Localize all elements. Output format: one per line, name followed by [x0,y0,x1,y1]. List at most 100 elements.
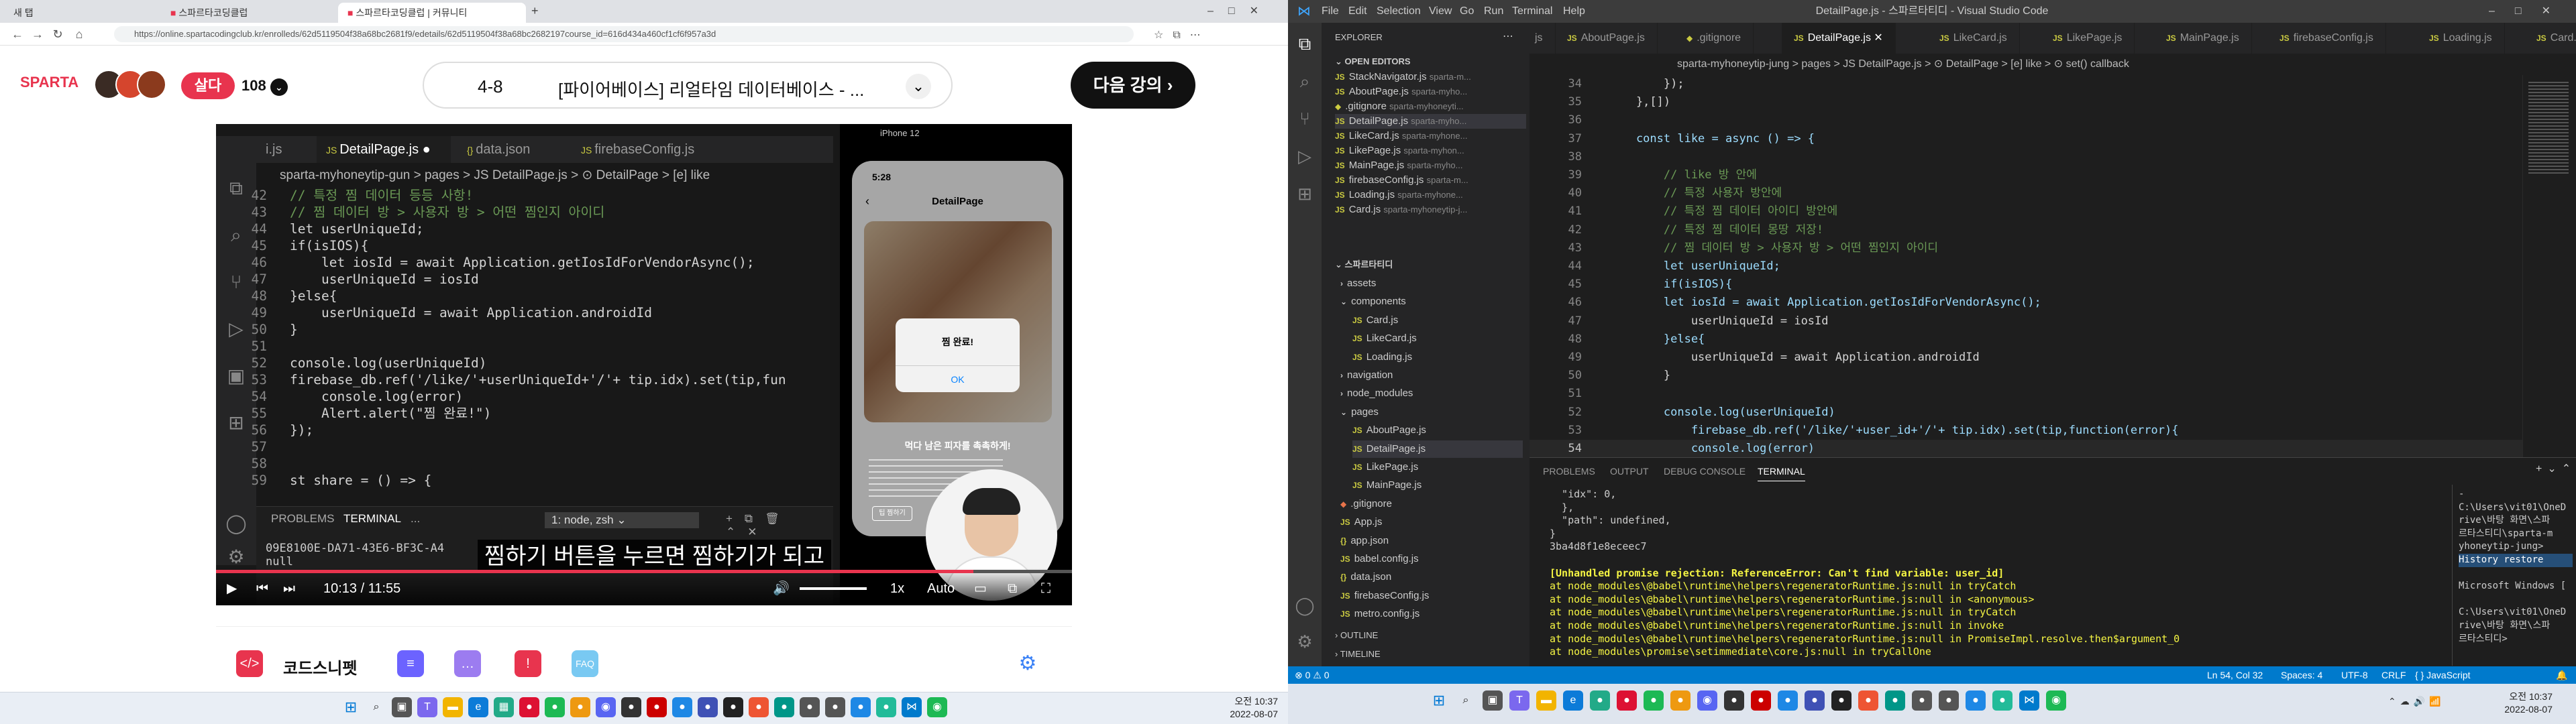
menu-run[interactable]: Run [1484,0,1503,23]
taskbar-clock[interactable]: 오전 10:37 2022-08-07 [2482,690,2553,716]
file-tree-item[interactable]: JS App.js [1340,514,1523,531]
file-tree-item[interactable]: › assets [1340,275,1523,292]
file-tree-item[interactable]: ⌄ pages [1340,404,1523,421]
debug-icon[interactable]: ▷ [1293,145,1316,168]
app-icon[interactable]: ● [1644,690,1664,711]
open-editor-item[interactable]: JS Card.js sparta-myhoneytip-j... [1335,202,1526,217]
url-input[interactable]: https://online.spartacodingclub.kr/enrol… [114,26,1134,42]
minimap[interactable] [2522,75,2576,457]
app-icon[interactable]: ● [800,697,820,717]
app-icon[interactable]: ● [621,697,641,717]
edge-icon[interactable]: e [468,697,488,717]
next-lecture-button[interactable]: 다음 강의 › [1071,62,1195,109]
app-icon[interactable]: ● [1778,690,1798,711]
terminal-output-2[interactable]: - C:\Users\vit01\OneD rive\바탕 화면\스파 르타스티디\s… [2459,488,2573,646]
new-tab-icon[interactable]: + [531,4,539,18]
editor-tab[interactable]: JS Card.js [2524,23,2576,54]
store-icon[interactable]: ▦ [494,697,514,717]
panel-actions-icon[interactable]: +⌄⌃✕ [2536,462,2576,475]
menu-terminal[interactable]: Terminal [1512,0,1552,23]
app-icon[interactable]: ● [1992,690,2012,711]
close-icon[interactable]: ✕ [1871,32,1882,44]
folder-icon[interactable]: ▬ [1536,690,1556,711]
open-editor-item[interactable]: JS AboutPage.js sparta-myho... [1335,84,1526,99]
open-editor-item[interactable]: JS StackNavigator.js sparta-m... [1335,70,1526,84]
chat-icon[interactable]: … [454,650,481,677]
open-editor-item[interactable]: JS LikeCard.js sparta-myhone... [1335,129,1526,143]
file-tree-item[interactable]: JS LikeCard.js [1352,330,1523,347]
editor-tab[interactable]: JS firebaseConfig.js [2267,23,2386,54]
file-tree-item[interactable]: JS AboutPage.js [1352,422,1523,439]
search-icon[interactable]: ⌕ [1293,70,1316,93]
taskbar-clock[interactable]: 오전 10:37 2022-08-07 [1208,695,1278,721]
menu-edit[interactable]: Edit [1348,0,1367,23]
file-tree-item[interactable]: JS Loading.js [1352,349,1523,366]
editor-tab[interactable]: JS LikeCard.js [1927,23,2020,54]
menu-help[interactable]: Help [1563,0,1585,23]
open-editor-item[interactable]: JS LikePage.js sparta-myhon... [1335,143,1526,158]
video-player[interactable]: i.js JS DetailPage.js ● {} data.json JS … [216,124,1072,605]
window-controls-icon[interactable]: –□✕ [1208,4,1273,17]
app-icon[interactable]: ● [1885,690,1905,711]
terminal-output[interactable]: "idx": 0, }, "path": undefined,} 3ba4d8f1… [1550,488,2308,659]
browser-toolbar-icons[interactable]: ☆⧉⋯ [1154,28,1210,42]
status-position[interactable]: Ln 54, Col 32 [2207,666,2263,684]
app-icon[interactable]: ● [672,697,692,717]
teams-icon[interactable]: T [1509,690,1529,711]
app-icon[interactable]: ● [1751,690,1771,711]
menu-selection[interactable]: Selection [1377,0,1421,23]
windows-start-icon[interactable]: ⊞ [341,697,361,717]
gear-icon[interactable]: ⚙ [1014,650,1041,677]
file-tree-item[interactable]: JS metro.config.js [1340,605,1523,623]
pip-icon[interactable]: ⧉ [1008,579,1017,599]
app-icon[interactable]: ● [1670,690,1690,711]
app-icon[interactable]: ● [1858,690,1878,711]
app-icon[interactable]: ● [1724,690,1744,711]
discord-icon[interactable]: ◉ [596,697,616,717]
spotify-icon[interactable]: ◉ [2046,690,2066,711]
app-icon[interactable]: ● [545,697,565,717]
app-icon[interactable]: ● [647,697,667,717]
app-icon[interactable]: ● [749,697,769,717]
app-icon[interactable]: ● [1590,690,1610,711]
editor-tab[interactable]: ◆ .gitignore [1674,23,1754,54]
app-icon[interactable]: ● [723,697,743,717]
file-tree-item[interactable]: ⌄ components [1340,293,1523,310]
status-errors[interactable]: ⊗ 0 ⚠ 0 [1295,666,1330,684]
home-icon[interactable]: ⌂ [71,26,87,42]
app-icon[interactable]: ● [1939,690,1959,711]
timeline-header[interactable]: › TIMELINE [1335,649,1381,659]
panel-tab-problems[interactable]: PROBLEMS [1543,466,1595,477]
open-editor-item[interactable]: JS DetailPage.js sparta-myho... [1335,114,1526,129]
open-editors-header[interactable]: ⌄ OPEN EDITORS [1335,56,1411,67]
menu-go[interactable]: Go [1460,0,1474,23]
file-tree-item[interactable]: JS Card.js [1352,312,1523,329]
editor-tab[interactable]: JS DetailPage.js ✕ [1782,23,1896,54]
app-icon[interactable]: ● [1805,690,1825,711]
captions-icon[interactable]: ▭ [974,579,987,599]
editor-tab[interactable]: JS AboutPage.js [1555,23,1658,54]
play-icon[interactable]: ▶ [227,579,237,599]
panel-tab-terminal[interactable]: TERMINAL [1758,466,1805,481]
edge-icon[interactable]: e [1563,690,1583,711]
workspace-header[interactable]: ⌄ 스파르타티디 [1335,257,1393,270]
spotify-icon[interactable]: ◉ [927,697,947,717]
app-icon[interactable]: ● [851,697,871,717]
bell-icon[interactable]: 🔔 [2556,666,2567,684]
faq-icon[interactable]: FAQ [572,650,598,677]
open-editor-item[interactable]: ◆ .gitignore sparta-myhoneyti... [1335,99,1526,114]
extensions-icon[interactable]: ⊞ [1293,182,1316,205]
search-icon[interactable]: ⌕ [366,697,386,717]
app-icon[interactable]: ● [876,697,896,717]
vscode-icon[interactable]: ⋈ [902,697,922,717]
open-editor-item[interactable]: JS firebaseConfig.js sparta-m... [1335,173,1526,188]
file-tree-item[interactable]: JS DetailPage.js [1352,440,1523,458]
menu-view[interactable]: View [1429,0,1452,23]
editor-tab[interactable]: js [1529,23,1556,54]
code-snippet-icon[interactable]: </> [236,650,263,677]
app-icon[interactable]: ● [570,697,590,717]
status-spaces[interactable]: Spaces: 4 [2281,666,2322,684]
account-icon[interactable]: ◯ [1293,594,1316,617]
file-tree-item[interactable]: JS LikePage.js [1352,459,1523,476]
refresh-icon[interactable]: ↻ [50,26,66,42]
